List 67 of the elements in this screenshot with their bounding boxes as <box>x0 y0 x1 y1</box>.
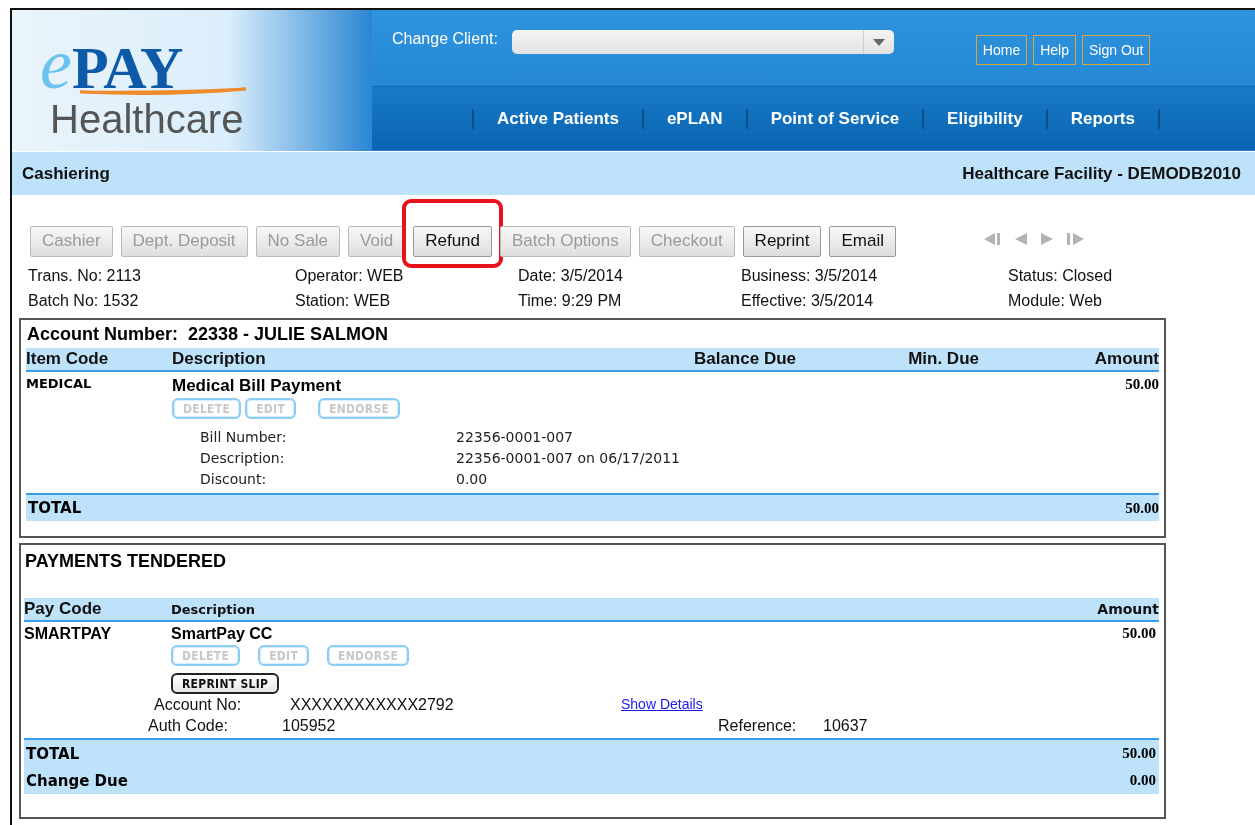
reprint-slip-button[interactable]: REPRINT SLIP <box>171 673 280 694</box>
column-header: Description <box>171 601 257 617</box>
column-header: Pay Code <box>24 599 103 619</box>
detail-label: Discount: <box>200 470 268 489</box>
field-label: Change Client: <box>392 30 498 48</box>
total-label: TOTAL <box>28 499 82 517</box>
info-text: Business: 3/5/2014 <box>741 266 879 286</box>
info-text: Trans. No: 2113 <box>28 266 142 286</box>
nav-item[interactable]: Active Patients <box>474 108 642 129</box>
total-label: TOTAL <box>26 744 80 763</box>
nav-item[interactable]: ePLAN <box>643 108 746 129</box>
table-cell-text: MEDICAL <box>26 376 93 393</box>
info-text: Date: 3/5/2014 <box>518 266 624 286</box>
detail-label: Auth Code: <box>148 716 230 736</box>
detail-value: 0.00 <box>456 470 489 489</box>
info-text: Status: Closed <box>1008 266 1114 286</box>
info-text: Station: WEB <box>295 291 392 311</box>
column-header: Balance Due <box>692 349 796 369</box>
toolbar-button[interactable]: Refund <box>413 225 492 257</box>
column-header: Min. Due <box>907 349 979 369</box>
header-link[interactable]: Help <box>1033 35 1076 65</box>
total-label: Change Due <box>26 771 128 790</box>
info-text: Operator: WEB <box>295 266 405 286</box>
header-link[interactable]: Home <box>975 35 1028 65</box>
info-text: Module: Web <box>1008 291 1103 311</box>
column-header: Amount <box>1093 349 1159 369</box>
toolbar-button[interactable]: Reprint <box>742 225 822 257</box>
total-amount: 0.00 <box>1129 772 1156 789</box>
first-icon[interactable] <box>983 233 1001 245</box>
facility-name: Healthcare Facility - DEMODB2010 <box>962 163 1241 184</box>
toolbar-button[interactable]: Email <box>829 225 896 257</box>
detail-value: 22356-0001-007 on 06/17/2011 <box>456 449 682 468</box>
nav-item[interactable]: Point of Service <box>747 108 923 129</box>
column-header: Description <box>172 349 267 369</box>
header-link[interactable]: Sign Out <box>1082 35 1151 65</box>
detail-value: 10637 <box>823 716 869 736</box>
total-amount: 50.00 <box>1122 745 1156 762</box>
table-cell-text: 50.00 <box>1124 376 1159 394</box>
table-cell-text: 50.00 <box>1121 625 1156 643</box>
logo: ePAY Healthcare <box>40 36 244 139</box>
column-header: Amount <box>1096 601 1159 617</box>
last-icon[interactable] <box>1066 233 1084 245</box>
detail-label: Description: <box>200 449 286 468</box>
detail-value: 22356-0001-007 <box>456 428 574 447</box>
detail-value: 105952 <box>282 716 337 736</box>
table-cell-text: SmartPay CC <box>171 625 274 643</box>
caret-icon <box>872 38 885 46</box>
info-text: Effective: 3/5/2014 <box>741 291 875 311</box>
nav-item[interactable]: Reports <box>1047 108 1158 129</box>
info-text: Batch No: 1532 <box>28 291 140 311</box>
client-dropdown[interactable] <box>511 30 894 54</box>
nav-item[interactable]: Eligibility <box>924 108 1046 129</box>
table-cell-text: Medical Bill Payment <box>172 376 343 396</box>
detail-label: Bill Number: <box>200 428 288 447</box>
previous-icon[interactable] <box>1014 233 1027 245</box>
page-title: Cashiering <box>22 163 110 184</box>
info-text: Time: 9:29 PM <box>518 291 623 311</box>
section-title: PAYMENTS TENDERED <box>24 551 228 573</box>
show-details-link[interactable]: Show Details <box>621 694 703 715</box>
detail-label: Reference: <box>718 716 798 736</box>
detail-label: Account No: <box>154 695 243 715</box>
next-icon[interactable] <box>1040 233 1053 245</box>
detail-value: XXXXXXXXXXXX2792 <box>290 695 455 715</box>
column-header: Item Code <box>26 349 110 369</box>
total-amount: 50.00 <box>1125 499 1159 517</box>
table-cell-text: SMARTPAY <box>24 625 113 644</box>
account-title: Account Number: 22338 - JULIE SALMON <box>26 324 390 346</box>
